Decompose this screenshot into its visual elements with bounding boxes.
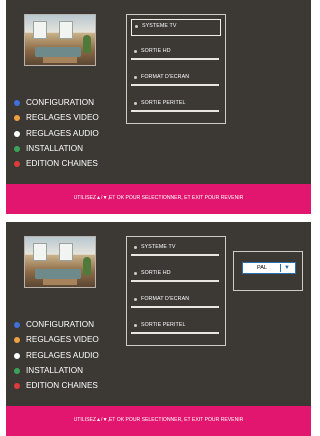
submenu-underline xyxy=(131,332,219,334)
chevron-down-icon[interactable]: ▼ xyxy=(284,264,290,272)
window-shape xyxy=(59,21,73,39)
blue-dot-icon xyxy=(14,100,20,106)
submenu-underline xyxy=(131,306,219,308)
submenu-item-label: SORTIE HD xyxy=(141,48,171,54)
submenu-underline xyxy=(131,84,219,86)
sofa-shape xyxy=(35,47,81,57)
selected-value: PAL xyxy=(257,265,267,271)
orange-dot-icon xyxy=(14,115,20,121)
video-preview-thumbnail xyxy=(24,14,96,66)
window-shape xyxy=(33,21,47,39)
green-dot-icon xyxy=(14,368,20,374)
main-menu-item-label: EDITION CHAINES xyxy=(26,159,98,168)
bullet-icon xyxy=(134,246,137,249)
submenu-item-sortie-hd[interactable]: SORTIE HD xyxy=(131,267,221,282)
submenu-item-sortie-peritel[interactable]: SORTIE PERITEL xyxy=(131,97,221,112)
help-footer-text: UTILISEZ▲/▼,ET OK POUR SELECTIONNER, ET … xyxy=(73,417,244,423)
main-menu-item-label: CONFIGURATION xyxy=(26,98,95,107)
submenu-item-label: FORMAT D'ECRAN xyxy=(141,296,190,302)
submenu-item-systeme-tv[interactable]: SYSTEME TV xyxy=(131,19,221,36)
window-shape xyxy=(59,243,73,261)
bullet-icon xyxy=(135,25,138,28)
submenu-underline xyxy=(131,58,219,60)
bullet-icon xyxy=(134,324,137,327)
submenu-item-label: SORTIE PERITEL xyxy=(141,322,186,328)
submenu-item-label: SORTIE PERITEL xyxy=(141,100,186,106)
submenu-item-sortie-peritel[interactable]: SORTIE PERITEL xyxy=(131,319,221,334)
settings-submenu: SYSTEME TV SORTIE HD FORMAT D'ECRAN SORT… xyxy=(126,236,226,346)
submenu-item-sortie-hd[interactable]: SORTIE HD xyxy=(131,45,221,60)
plant-shape xyxy=(83,257,91,275)
select-divider xyxy=(280,264,281,272)
white-dot-icon xyxy=(14,353,20,359)
bullet-icon xyxy=(134,50,137,53)
window-shape xyxy=(33,243,47,261)
video-preview-thumbnail xyxy=(24,236,96,288)
tv-menu-screen-2: SYSTEME TV SORTIE HD FORMAT D'ECRAN SORT… xyxy=(6,222,311,436)
bullet-icon xyxy=(134,102,137,105)
main-menu-item-label: REGLAGES AUDIO xyxy=(26,351,99,360)
white-dot-icon xyxy=(14,131,20,137)
orange-dot-icon xyxy=(14,337,20,343)
submenu-item-label: SYSTEME TV xyxy=(141,244,176,250)
main-menu-item-label: REGLAGES VIDEO xyxy=(26,335,99,344)
tv-system-select[interactable]: PAL ▼ xyxy=(242,262,296,274)
rug-shape xyxy=(43,279,77,285)
settings-submenu: SYSTEME TV SORTIE HD FORMAT D'ECRAN SORT… xyxy=(126,14,226,124)
submenu-item-format-ecran[interactable]: FORMAT D'ECRAN xyxy=(131,293,221,308)
submenu-underline xyxy=(131,254,219,256)
submenu-item-label: SORTIE HD xyxy=(141,270,171,276)
plant-shape xyxy=(83,35,91,53)
help-footer-bar: UTILISEZ▲/▼,ET OK POUR SELECTIONNER, ET … xyxy=(6,406,311,436)
green-dot-icon xyxy=(14,146,20,152)
tv-menu-screen-1: SYSTEME TV SORTIE HD FORMAT D'ECRAN SORT… xyxy=(6,0,311,214)
submenu-item-format-ecran[interactable]: FORMAT D'ECRAN xyxy=(131,71,221,86)
sofa-shape xyxy=(35,269,81,279)
main-menu-item-label: EDITION CHAINES xyxy=(26,381,98,390)
blue-dot-icon xyxy=(14,322,20,328)
red-dot-icon xyxy=(14,161,20,167)
help-footer-bar: UTILISEZ▲/▼,ET OK POUR SELECTIONNER, ET … xyxy=(6,184,311,214)
submenu-item-systeme-tv[interactable]: SYSTEME TV xyxy=(131,241,221,256)
main-menu-item-label: REGLAGES VIDEO xyxy=(26,113,99,122)
submenu-item-label: FORMAT D'ECRAN xyxy=(141,74,190,80)
submenu-underline xyxy=(131,280,219,282)
bullet-icon xyxy=(134,298,137,301)
submenu-underline xyxy=(131,110,219,112)
main-menu-item-label: CONFIGURATION xyxy=(26,320,95,329)
main-menu-item-label: REGLAGES AUDIO xyxy=(26,129,99,138)
help-footer-text: UTILISEZ▲/▼,ET OK POUR SELECTIONNER, ET … xyxy=(73,195,244,201)
main-menu-item-label: INSTALLATION xyxy=(26,144,84,153)
tv-system-option-panel: PAL ▼ xyxy=(233,251,303,291)
submenu-item-label: SYSTEME TV xyxy=(142,23,177,29)
red-dot-icon xyxy=(14,383,20,389)
bullet-icon xyxy=(134,272,137,275)
bullet-icon xyxy=(134,76,137,79)
main-menu-item-label: INSTALLATION xyxy=(26,366,84,375)
rug-shape xyxy=(43,57,77,63)
